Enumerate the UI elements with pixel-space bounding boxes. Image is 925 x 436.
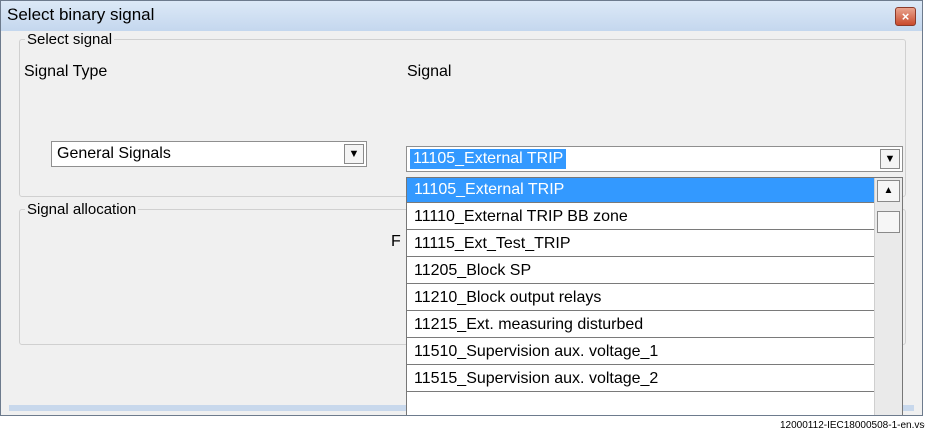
signal-label: Signal (407, 63, 452, 80)
close-button[interactable]: × (895, 7, 916, 26)
close-icon: × (901, 9, 910, 24)
select-binary-signal-dialog: Select binary signal × Select signal Sig… (0, 0, 923, 416)
list-item[interactable]: 11215_Ext. measuring disturbed (407, 313, 874, 338)
list-item[interactable]: 11210_Block output relays (407, 286, 874, 311)
chevron-down-icon[interactable]: ▼ (880, 149, 900, 169)
scrollbar-thumb[interactable] (877, 211, 900, 233)
list-item-partial[interactable] (407, 394, 874, 415)
signal-combobox[interactable]: 11105_External TRIP ▼ (406, 146, 903, 172)
title-bar: Select binary signal × (1, 1, 922, 31)
figure-caption: 12000112-IEC18000508-1-en.vsd (780, 420, 925, 431)
signal-value: 11105_External TRIP (410, 149, 567, 169)
signal-type-combobox[interactable]: General Signals ▼ (51, 141, 367, 167)
signal-allocation-legend: Signal allocation (27, 201, 137, 218)
scroll-up-icon[interactable]: ▲ (877, 180, 900, 202)
select-signal-legend: Select signal (27, 31, 113, 48)
list-item[interactable]: 11115_Ext_Test_TRIP (407, 232, 874, 257)
list-item[interactable]: 11510_Supervision aux. voltage_1 (407, 340, 874, 365)
signal-type-value: General Signals (57, 145, 171, 162)
dropdown-scrollbar[interactable]: ▲ (874, 178, 902, 415)
signal-allocation-partial-text: F (391, 233, 401, 250)
list-item[interactable]: 11105_External TRIP (407, 178, 874, 203)
chevron-down-icon[interactable]: ▼ (344, 144, 364, 164)
list-item[interactable]: 11515_Supervision aux. voltage_2 (407, 367, 874, 392)
list-item[interactable]: 11110_External TRIP BB zone (407, 205, 874, 230)
select-signal-group: Select signal (19, 31, 906, 197)
window-title: Select binary signal (7, 5, 155, 24)
signal-dropdown-list[interactable]: 11105_External TRIP 11110_External TRIP … (406, 177, 903, 415)
signal-type-label: Signal Type (24, 63, 108, 80)
list-item[interactable]: 11205_Block SP (407, 259, 874, 284)
